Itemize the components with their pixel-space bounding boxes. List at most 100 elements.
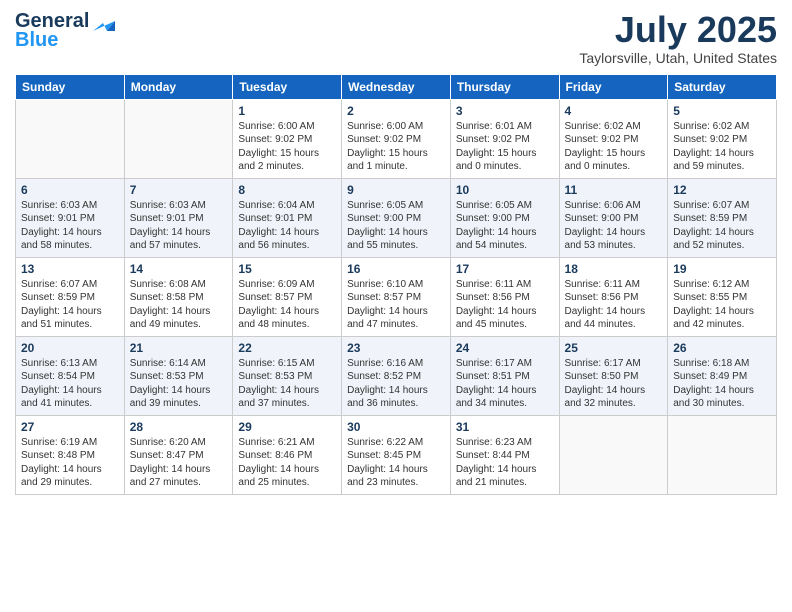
day-info: Sunrise: 6:18 AM Sunset: 8:49 PM Dayligh… bbox=[673, 357, 771, 411]
day-number: 15 bbox=[238, 262, 336, 276]
day-number: 24 bbox=[456, 341, 554, 355]
day-info: Sunrise: 6:14 AM Sunset: 8:53 PM Dayligh… bbox=[130, 357, 228, 411]
day-info: Sunrise: 6:11 AM Sunset: 8:56 PM Dayligh… bbox=[565, 278, 663, 332]
calendar-cell: 28 Sunrise: 6:20 AM Sunset: 8:47 PM Dayli… bbox=[124, 415, 233, 494]
day-info: Sunrise: 6:03 AM Sunset: 9:01 PM Dayligh… bbox=[130, 199, 228, 253]
calendar-cell: 30 Sunrise: 6:22 AM Sunset: 8:45 PM Dayli… bbox=[342, 415, 451, 494]
day-info: Sunrise: 6:06 AM Sunset: 9:00 PM Dayligh… bbox=[565, 199, 663, 253]
calendar-cell bbox=[559, 415, 668, 494]
calendar-cell: 16 Sunrise: 6:10 AM Sunset: 8:57 PM Dayli… bbox=[342, 257, 451, 336]
day-number: 1 bbox=[238, 104, 336, 118]
col-friday: Friday bbox=[559, 74, 668, 99]
page: General Blue July 2025 Taylorsville, Uta… bbox=[0, 0, 792, 612]
calendar-week-3: 13 Sunrise: 6:07 AM Sunset: 8:59 PM Dayli… bbox=[16, 257, 777, 336]
day-info: Sunrise: 6:00 AM Sunset: 9:02 PM Dayligh… bbox=[347, 120, 445, 174]
calendar-cell: 21 Sunrise: 6:14 AM Sunset: 8:53 PM Dayli… bbox=[124, 336, 233, 415]
calendar-cell: 14Sunrise: 6:08 AM Sunset: 8:58 PM Dayli… bbox=[124, 257, 233, 336]
logo-blue: Blue bbox=[15, 29, 58, 52]
day-number: 12 bbox=[673, 183, 771, 197]
day-info: Sunrise: 6:13 AM Sunset: 8:54 PM Dayligh… bbox=[21, 357, 119, 411]
logo: General Blue bbox=[15, 10, 115, 52]
calendar-cell: 1 Sunrise: 6:00 AM Sunset: 9:02 PM Daylig… bbox=[233, 99, 342, 178]
calendar-cell: 6 Sunrise: 6:03 AM Sunset: 9:01 PM Daylig… bbox=[16, 178, 125, 257]
calendar-cell: 10Sunrise: 6:05 AM Sunset: 9:00 PM Dayli… bbox=[450, 178, 559, 257]
col-wednesday: Wednesday bbox=[342, 74, 451, 99]
day-info: Sunrise: 6:19 AM Sunset: 8:48 PM Dayligh… bbox=[21, 436, 119, 490]
col-thursday: Thursday bbox=[450, 74, 559, 99]
day-info: Sunrise: 6:16 AM Sunset: 8:52 PM Dayligh… bbox=[347, 357, 445, 411]
calendar-cell: 7 Sunrise: 6:03 AM Sunset: 9:01 PM Daylig… bbox=[124, 178, 233, 257]
title-block: July 2025 Taylorsville, Utah, United Sta… bbox=[579, 10, 777, 66]
day-info: Sunrise: 6:02 AM Sunset: 9:02 PM Dayligh… bbox=[673, 120, 771, 174]
day-number: 14 bbox=[130, 262, 228, 276]
day-info: Sunrise: 6:20 AM Sunset: 8:47 PM Dayligh… bbox=[130, 436, 228, 490]
day-number: 25 bbox=[565, 341, 663, 355]
calendar-week-1: 1 Sunrise: 6:00 AM Sunset: 9:02 PM Daylig… bbox=[16, 99, 777, 178]
day-info: Sunrise: 6:22 AM Sunset: 8:45 PM Dayligh… bbox=[347, 436, 445, 490]
calendar-cell: 24Sunrise: 6:17 AM Sunset: 8:51 PM Dayli… bbox=[450, 336, 559, 415]
day-info: Sunrise: 6:03 AM Sunset: 9:01 PM Dayligh… bbox=[21, 199, 119, 253]
calendar-cell: 3 Sunrise: 6:01 AM Sunset: 9:02 PM Daylig… bbox=[450, 99, 559, 178]
header-row: Sunday Monday Tuesday Wednesday Thursday… bbox=[16, 74, 777, 99]
calendar-cell: 26 Sunrise: 6:18 AM Sunset: 8:49 PM Dayli… bbox=[668, 336, 777, 415]
day-number: 16 bbox=[347, 262, 445, 276]
day-number: 27 bbox=[21, 420, 119, 434]
day-info: Sunrise: 6:09 AM Sunset: 8:57 PM Dayligh… bbox=[238, 278, 336, 332]
calendar-cell: 18Sunrise: 6:11 AM Sunset: 8:56 PM Dayli… bbox=[559, 257, 668, 336]
calendar-cell: 8 Sunrise: 6:04 AM Sunset: 9:01 PM Daylig… bbox=[233, 178, 342, 257]
calendar-cell: 2 Sunrise: 6:00 AM Sunset: 9:02 PM Daylig… bbox=[342, 99, 451, 178]
day-info: Sunrise: 6:23 AM Sunset: 8:44 PM Dayligh… bbox=[456, 436, 554, 490]
calendar-cell: 19 Sunrise: 6:12 AM Sunset: 8:55 PM Dayli… bbox=[668, 257, 777, 336]
calendar-week-2: 6 Sunrise: 6:03 AM Sunset: 9:01 PM Daylig… bbox=[16, 178, 777, 257]
col-saturday: Saturday bbox=[668, 74, 777, 99]
day-number: 30 bbox=[347, 420, 445, 434]
day-info: Sunrise: 6:01 AM Sunset: 9:02 PM Dayligh… bbox=[456, 120, 554, 174]
day-info: Sunrise: 6:11 AM Sunset: 8:56 PM Dayligh… bbox=[456, 278, 554, 332]
day-number: 31 bbox=[456, 420, 554, 434]
day-number: 9 bbox=[347, 183, 445, 197]
calendar-cell bbox=[124, 99, 233, 178]
calendar-cell: 31 Sunrise: 6:23 AM Sunset: 8:44 PM Dayli… bbox=[450, 415, 559, 494]
day-number: 5 bbox=[673, 104, 771, 118]
day-number: 2 bbox=[347, 104, 445, 118]
calendar-week-5: 27 Sunrise: 6:19 AM Sunset: 8:48 PM Dayli… bbox=[16, 415, 777, 494]
header: General Blue July 2025 Taylorsville, Uta… bbox=[15, 10, 777, 66]
calendar-cell bbox=[16, 99, 125, 178]
calendar-cell: 23 Sunrise: 6:16 AM Sunset: 8:52 PM Dayli… bbox=[342, 336, 451, 415]
calendar-cell: 17Sunrise: 6:11 AM Sunset: 8:56 PM Dayli… bbox=[450, 257, 559, 336]
day-info: Sunrise: 6:00 AM Sunset: 9:02 PM Dayligh… bbox=[238, 120, 336, 174]
day-number: 22 bbox=[238, 341, 336, 355]
calendar-cell: 20 Sunrise: 6:13 AM Sunset: 8:54 PM Dayli… bbox=[16, 336, 125, 415]
day-number: 3 bbox=[456, 104, 554, 118]
col-monday: Monday bbox=[124, 74, 233, 99]
day-info: Sunrise: 6:07 AM Sunset: 8:59 PM Dayligh… bbox=[21, 278, 119, 332]
day-number: 11 bbox=[565, 183, 663, 197]
calendar-cell: 9Sunrise: 6:05 AM Sunset: 9:00 PM Daylig… bbox=[342, 178, 451, 257]
day-number: 13 bbox=[21, 262, 119, 276]
day-number: 6 bbox=[21, 183, 119, 197]
calendar-body: 1 Sunrise: 6:00 AM Sunset: 9:02 PM Daylig… bbox=[16, 99, 777, 494]
day-info: Sunrise: 6:17 AM Sunset: 8:50 PM Dayligh… bbox=[565, 357, 663, 411]
day-info: Sunrise: 6:04 AM Sunset: 9:01 PM Dayligh… bbox=[238, 199, 336, 253]
day-number: 19 bbox=[673, 262, 771, 276]
calendar-cell: 12Sunrise: 6:07 AM Sunset: 8:59 PM Dayli… bbox=[668, 178, 777, 257]
day-info: Sunrise: 6:12 AM Sunset: 8:55 PM Dayligh… bbox=[673, 278, 771, 332]
day-info: Sunrise: 6:15 AM Sunset: 8:53 PM Dayligh… bbox=[238, 357, 336, 411]
col-sunday: Sunday bbox=[16, 74, 125, 99]
day-info: Sunrise: 6:10 AM Sunset: 8:57 PM Dayligh… bbox=[347, 278, 445, 332]
day-info: Sunrise: 6:05 AM Sunset: 9:00 PM Dayligh… bbox=[456, 199, 554, 253]
main-title: July 2025 bbox=[579, 10, 777, 50]
calendar-cell: 25 Sunrise: 6:17 AM Sunset: 8:50 PM Dayli… bbox=[559, 336, 668, 415]
day-number: 21 bbox=[130, 341, 228, 355]
calendar-cell bbox=[668, 415, 777, 494]
calendar: Sunday Monday Tuesday Wednesday Thursday… bbox=[15, 74, 777, 495]
calendar-cell: 27 Sunrise: 6:19 AM Sunset: 8:48 PM Dayli… bbox=[16, 415, 125, 494]
day-number: 8 bbox=[238, 183, 336, 197]
col-tuesday: Tuesday bbox=[233, 74, 342, 99]
calendar-week-4: 20 Sunrise: 6:13 AM Sunset: 8:54 PM Dayli… bbox=[16, 336, 777, 415]
day-number: 7 bbox=[130, 183, 228, 197]
day-number: 28 bbox=[130, 420, 228, 434]
day-number: 26 bbox=[673, 341, 771, 355]
day-number: 23 bbox=[347, 341, 445, 355]
day-number: 20 bbox=[21, 341, 119, 355]
